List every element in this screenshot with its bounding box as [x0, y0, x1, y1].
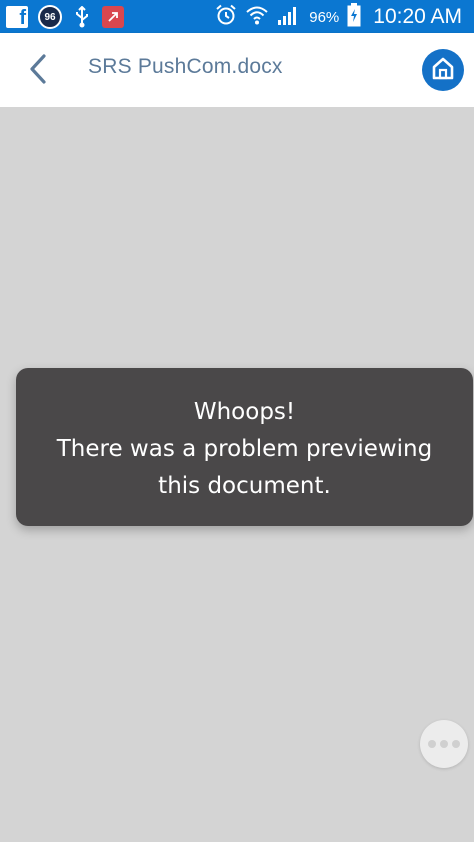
wifi-icon — [245, 4, 269, 30]
more-options-button[interactable] — [420, 720, 468, 768]
signal-icon — [277, 4, 299, 30]
battery-charging-icon — [347, 3, 361, 31]
usb-icon — [72, 5, 92, 29]
status-bar: f 96 96% 10:20 AM — [0, 0, 474, 33]
home-icon — [430, 55, 456, 85]
error-detail-line2: this document. — [158, 473, 331, 499]
preview-error-message: Whoops! There was a problem previewing t… — [16, 368, 473, 526]
document-title: SRS PushCom.docx — [88, 55, 283, 78]
facebook-icon: f — [6, 6, 28, 28]
error-title: Whoops! — [193, 399, 296, 425]
status-system: 96% 10:20 AM — [215, 2, 462, 32]
more-horizontal-icon-dot — [440, 740, 448, 748]
clock-time: 10:20 AM — [373, 5, 462, 28]
notification-96-icon: 96 — [38, 5, 62, 29]
status-notifications: f 96 — [6, 4, 124, 30]
error-detail-line1: There was a problem previewing — [56, 436, 433, 462]
home-button[interactable] — [422, 49, 464, 91]
back-button[interactable] — [18, 51, 58, 91]
alarm-icon — [215, 4, 237, 30]
more-horizontal-icon — [428, 740, 436, 748]
app-notification-icon — [102, 6, 124, 28]
chevron-left-icon — [28, 53, 48, 89]
battery-percent: 96% — [309, 8, 340, 26]
more-horizontal-icon-dot — [452, 740, 460, 748]
app-header: SRS PushCom.docx — [0, 33, 474, 107]
notification-badge-count: 96 — [44, 11, 56, 23]
